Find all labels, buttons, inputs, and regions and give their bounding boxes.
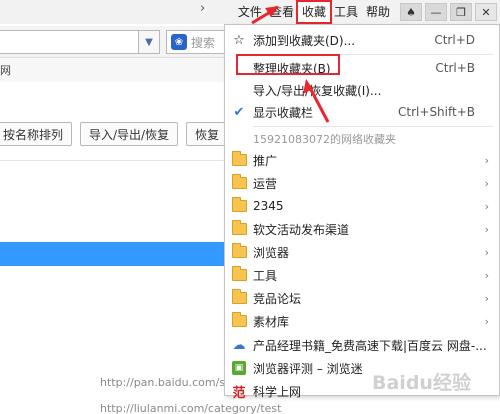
section-header: 15921083072的网络收藏夹 <box>253 133 396 146</box>
close-icon[interactable]: ✕ <box>475 3 497 21</box>
folder-item[interactable]: 软文活动发布渠道 › <box>225 218 499 240</box>
folder-label: 2345 <box>253 199 284 213</box>
folder-icon <box>231 266 247 283</box>
folder-icon <box>231 174 247 191</box>
url-dropdown-icon[interactable]: ▼ <box>138 30 160 54</box>
favorites-bar-item[interactable]: 网 <box>0 62 11 78</box>
folder-icon <box>231 151 247 168</box>
checkmark-icon: ✔ <box>233 104 245 120</box>
liulanmi-icon: ▣ <box>231 360 247 376</box>
organize-highlight-box <box>236 54 340 75</box>
chevron-right-icon: › <box>484 222 489 236</box>
baidu-paw-icon[interactable]: ❀ <box>171 34 187 50</box>
shortcut-label: Ctrl+B <box>435 61 475 75</box>
chevron-right-icon: › <box>484 245 489 259</box>
shortcut-label: Ctrl+Shift+B <box>398 105 475 119</box>
organize-toolbar: 按名称排列 导入/导出/恢复 恢复 <box>0 122 236 146</box>
skin-icon[interactable]: ♠ <box>400 3 422 21</box>
minimize-icon[interactable]: — <box>425 3 447 21</box>
bookmark-url: http://liulanmi.com/category/test <box>100 402 282 414</box>
folder-label: 工具 <box>253 268 278 283</box>
bookmark-label: 产品经理书籍_免费高速下载|百度云 网盘-... <box>253 338 487 353</box>
separator <box>253 126 493 127</box>
menu-chevron-icon[interactable]: › <box>200 1 205 16</box>
folder-icon <box>231 243 247 260</box>
folder-item[interactable]: 2345 › <box>225 195 499 217</box>
folder-label: 浏览器 <box>253 245 290 260</box>
folder-item[interactable]: 浏览器 › <box>225 241 499 263</box>
selected-folder-row[interactable] <box>0 242 225 266</box>
watermark-logo: Baidu经验 <box>372 372 471 394</box>
import-export-button[interactable]: 导入/导出/恢复 <box>80 122 179 146</box>
favorites-dropdown-menu: ☆ 添加到收藏夹(D)... Ctrl+D 整理收藏夹(B) Ctrl+B 导入… <box>224 24 500 401</box>
menu-bar: 文件 查看 收藏 工具 帮助 ♠ — ❐ ✕ <box>234 0 500 24</box>
chevron-right-icon: › <box>484 291 489 305</box>
search-placeholder: 搜索 <box>191 35 216 50</box>
menu-view[interactable]: 查看 <box>266 2 298 22</box>
menu-item-import-export[interactable]: 导入/导出/恢复收藏(I)... <box>225 79 499 101</box>
restore-icon[interactable]: ❐ <box>450 3 472 21</box>
menu-tools[interactable]: 工具 <box>330 2 362 22</box>
folder-label: 素材库 <box>253 314 290 329</box>
sort-by-name-button[interactable]: 按名称排列 <box>0 122 73 146</box>
folder-item[interactable]: 素材库 › <box>225 310 499 332</box>
chevron-right-icon: › <box>484 199 489 213</box>
shortcut-label: Ctrl+D <box>434 33 475 47</box>
menu-item-label: 显示收藏栏 <box>253 105 314 120</box>
menu-help[interactable]: 帮助 <box>362 2 394 22</box>
bookmark-label: 浏览器评测 – 浏览迷 <box>253 361 363 376</box>
folder-item[interactable]: 工具 › <box>225 264 499 286</box>
folder-label: 推广 <box>253 153 278 168</box>
folder-label: 软文活动发布渠道 <box>253 222 350 237</box>
folder-label: 运营 <box>253 176 278 191</box>
folder-icon <box>231 197 247 214</box>
divider <box>0 160 225 161</box>
folder-item[interactable]: 运营 › <box>225 172 499 194</box>
chevron-right-icon: › <box>484 153 489 167</box>
chevron-right-icon: › <box>484 268 489 282</box>
restore-button[interactable]: 恢复 <box>186 122 229 146</box>
menu-favorites[interactable]: 收藏 <box>295 0 332 24</box>
folder-icon <box>231 220 247 237</box>
folder-icon <box>231 312 247 329</box>
url-input[interactable] <box>0 30 158 54</box>
bookmark-url: http://pan.baidu.com/s/ <box>100 376 229 389</box>
star-outline-icon: ☆ <box>233 32 245 48</box>
folder-item[interactable]: 推广 › <box>225 149 499 171</box>
folder-label: 竞品论坛 <box>253 291 302 306</box>
menu-item-add-favorite[interactable]: ☆ 添加到收藏夹(D)... Ctrl+D <box>225 29 499 51</box>
menu-item-label: 导入/导出/恢复收藏(I)... <box>253 83 382 98</box>
baidu-cloud-icon: ☁ <box>232 337 246 353</box>
menu-item-show-favorites-bar[interactable]: ✔ 显示收藏栏 Ctrl+Shift+B <box>225 101 499 123</box>
chevron-right-icon: › <box>484 314 489 328</box>
folder-icon <box>231 289 247 306</box>
chevron-right-icon: › <box>484 176 489 190</box>
window-controls: ♠ — ❐ ✕ <box>400 3 500 21</box>
bookmark-item[interactable]: ☁ 产品经理书籍_免费高速下载|百度云 网盘-... <box>225 334 499 356</box>
fan-icon: 范 <box>232 385 246 401</box>
menu-item-label: 添加到收藏夹(D)... <box>253 33 356 48</box>
folder-item[interactable]: 竞品论坛 › <box>225 287 499 309</box>
menu-file[interactable]: 文件 <box>234 2 266 22</box>
bookmark-label: 科学上网 <box>253 384 302 399</box>
